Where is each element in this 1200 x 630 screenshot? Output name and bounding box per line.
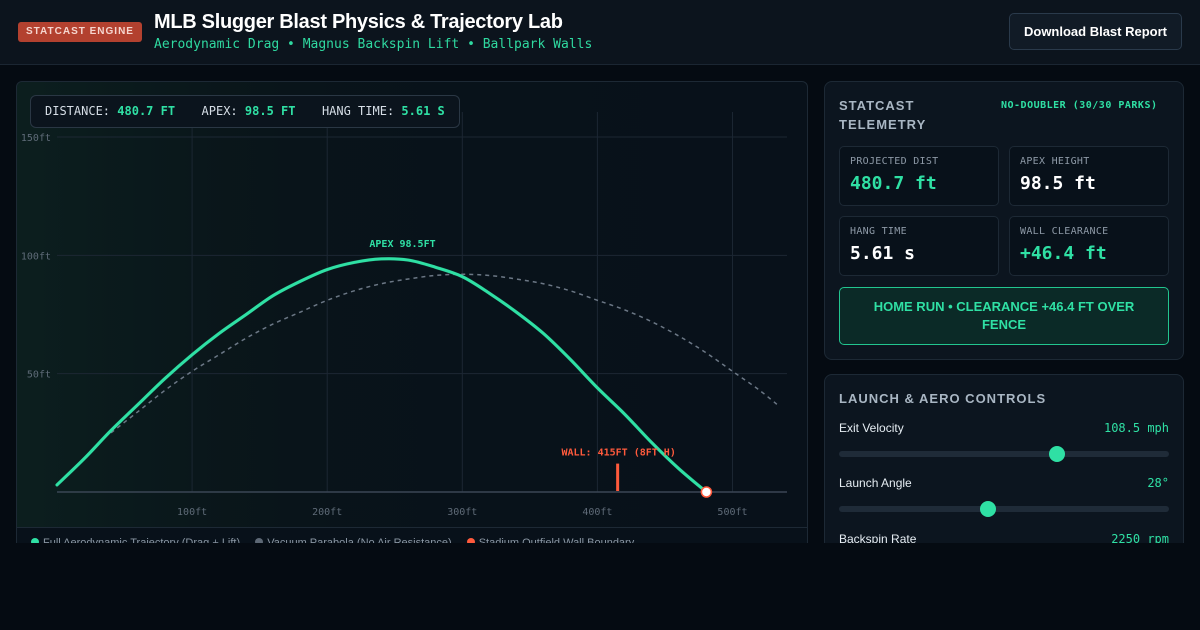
x-tick-label: 100ft xyxy=(177,507,207,518)
distance-value: 480.7 FT xyxy=(117,104,176,118)
wall-label: WALL: 415FT (8FT H) xyxy=(561,448,675,459)
statcast-telemetry-panel: STATCAST TELEMETRY NO-DOUBLER (30/30 PAR… xyxy=(824,81,1184,360)
x-tick-label: 200ft xyxy=(312,507,342,518)
x-tick-label: 300ft xyxy=(447,507,477,518)
stat-value: +46.4 ft xyxy=(1020,243,1107,264)
y-tick-label: 100ft xyxy=(21,251,51,262)
engine-badge: STATCAST ENGINE xyxy=(18,22,142,42)
y-tick-label: 50ft xyxy=(27,370,51,381)
download-report-button[interactable]: Download Blast Report xyxy=(1009,13,1182,50)
stat-card-hang-time: HANG TIME 5.61 s xyxy=(839,216,999,276)
launch-angle-label: Launch Angle xyxy=(839,476,912,490)
stat-label: HANG TIME xyxy=(850,226,907,237)
launch-angle-slider[interactable] xyxy=(839,501,1169,517)
flight-readout: DISTANCE: 480.7 FT APEX: 98.5 FT HANG TI… xyxy=(30,95,460,128)
stat-card-apex-height: APEX HEIGHT 98.5 ft xyxy=(1009,146,1169,206)
chart-background xyxy=(17,82,807,527)
exit-velocity-value: 108.5 mph xyxy=(1103,421,1169,435)
trajectory-chart: 50ft100ft150ft100ft 200ft 300ft 400ft 500ft … xyxy=(17,82,807,527)
exit-velocity-slider[interactable] xyxy=(839,446,1169,462)
stat-card-projected-dist: PROJECTED DIST 480.7 ft xyxy=(839,146,999,206)
stat-label: APEX HEIGHT xyxy=(1020,156,1090,167)
stat-value: 98.5 ft xyxy=(1020,173,1096,194)
apex-value: 98.5 FT xyxy=(244,104,296,118)
home-run-verdict-banner: HOME RUN • CLEARANCE +46.4 FT OVER FENCE xyxy=(839,287,1169,345)
apex-label: APEX: xyxy=(201,104,238,118)
launch-angle-value: 28° xyxy=(1147,476,1169,490)
apex-annotation: APEX 98.5FT xyxy=(369,239,435,250)
stat-label: PROJECTED DIST xyxy=(850,156,939,167)
stat-value: 480.7 ft xyxy=(850,173,937,194)
x-tick-label: 400ft xyxy=(582,507,612,518)
park-status-badge: NO-DOUBLER (30/30 PARKS) xyxy=(1001,100,1158,111)
exit-velocity-slider-thumb[interactable] xyxy=(1048,446,1065,462)
app-header: STATCAST ENGINE MLB Slugger Blast Physic… xyxy=(0,0,1200,65)
landing-point-marker xyxy=(700,486,713,498)
trajectory-chart-panel: 50ft 100ft 150ft 100ft 200ft 300ft 400ft 500ft … xyxy=(16,81,808,561)
launch-angle-slider-thumb[interactable] xyxy=(979,501,996,517)
controls-title: LAUNCH & AERO CONTROLS xyxy=(839,391,1047,406)
telemetry-title: STATCAST TELEMETRY xyxy=(839,98,927,132)
viewport-cutoff xyxy=(0,543,1200,630)
stat-card-wall-clearance: WALL CLEARANCE +46.4 ft xyxy=(1009,216,1169,276)
stat-value: 5.61 s xyxy=(850,243,916,264)
distance-label: DISTANCE: xyxy=(45,104,111,118)
hang-time-value: 5.61 S xyxy=(401,104,445,118)
y-tick-label: 150ft xyxy=(21,133,51,144)
outfield-wall-marker xyxy=(616,463,620,491)
stat-label: WALL CLEARANCE xyxy=(1020,226,1109,237)
page-subtitle: Aerodynamic Drag • Magnus Backspin Lift … xyxy=(154,37,593,52)
page-title: MLB Slugger Blast Physics & Trajectory L… xyxy=(154,11,563,33)
exit-velocity-label: Exit Velocity xyxy=(839,421,904,435)
x-tick-label: 500ft xyxy=(717,507,747,518)
hang-time-label: HANG TIME: xyxy=(321,104,395,118)
